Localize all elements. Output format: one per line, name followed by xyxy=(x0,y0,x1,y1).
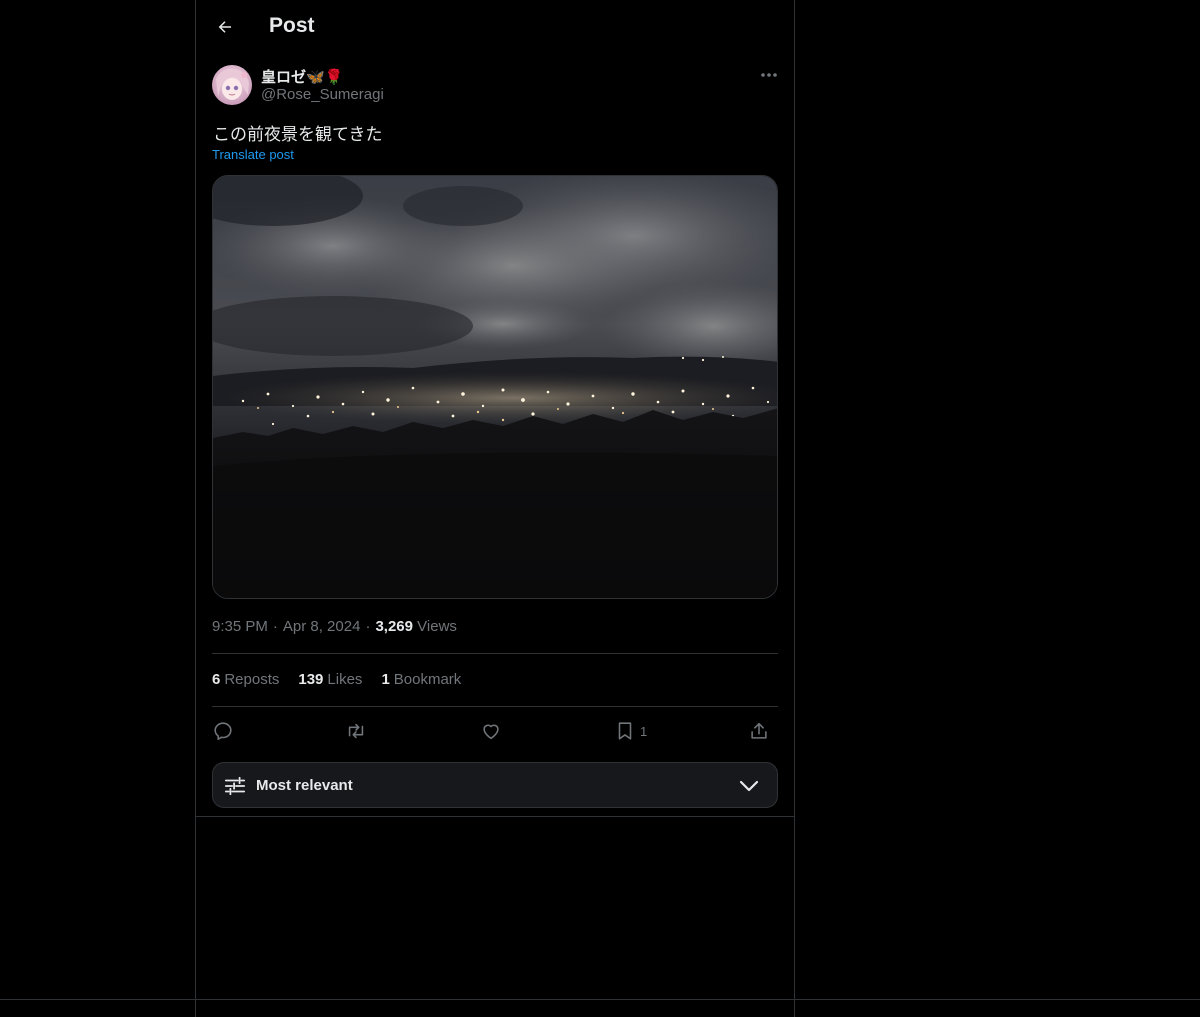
post-text: この前夜景を観てきた xyxy=(213,125,383,144)
divider xyxy=(196,816,794,817)
post-time[interactable]: 9:35 PM xyxy=(212,618,268,635)
post-media-image[interactable] xyxy=(212,175,778,599)
bookmarks-label: Bookmark xyxy=(393,671,462,688)
bookmark-icon xyxy=(618,722,632,740)
divider xyxy=(212,653,778,654)
main-column: Post 皇ロゼ🦋🌹 @Rose_Sumeragi この前夜景を観てきた Tra… xyxy=(195,0,795,1017)
separator-dot: · xyxy=(272,618,278,635)
likes-label: Likes xyxy=(327,671,363,688)
chevron-down-icon xyxy=(739,780,759,792)
night-cityscape-photo xyxy=(213,176,777,598)
share-icon xyxy=(751,722,767,739)
reposts-label: Reposts xyxy=(224,671,280,688)
repost-icon xyxy=(348,723,364,739)
post-header: Post xyxy=(196,0,794,53)
more-horizontal-icon xyxy=(761,73,777,77)
separator-dot: · xyxy=(365,618,371,635)
arrow-left-icon xyxy=(218,21,231,33)
post-date[interactable]: Apr 8, 2024 xyxy=(283,618,361,635)
likes-stat[interactable]: 139 Likes xyxy=(298,671,362,688)
translate-post-link[interactable]: Translate post xyxy=(212,147,294,162)
action-bar: 1 xyxy=(212,717,778,745)
share-button[interactable] xyxy=(748,717,770,745)
more-options-button[interactable] xyxy=(756,64,782,86)
likes-count: 139 xyxy=(298,671,324,688)
bookmark-button[interactable]: 1 xyxy=(614,717,647,745)
reposts-count: 6 xyxy=(212,671,221,688)
views-label: Views xyxy=(417,618,457,635)
back-button[interactable] xyxy=(208,10,242,44)
avatar[interactable] xyxy=(212,65,252,105)
repost-button[interactable] xyxy=(345,717,367,745)
author-display-name[interactable]: 皇ロゼ🦋🌹 xyxy=(261,66,343,87)
avatar-image xyxy=(212,65,252,105)
bookmark-count: 1 xyxy=(640,723,648,739)
sort-label: Most relevant xyxy=(256,777,353,794)
post-meta: 9:35 PM · Apr 8, 2024 · 3,269 Views xyxy=(212,618,457,635)
divider xyxy=(212,706,778,707)
bottom-divider xyxy=(0,999,1200,1000)
reposts-stat[interactable]: 6 Reposts xyxy=(212,671,279,688)
author-handle[interactable]: @Rose_Sumeragi xyxy=(261,86,384,103)
page: Post 皇ロゼ🦋🌹 @Rose_Sumeragi この前夜景を観てきた Tra… xyxy=(0,0,1200,1017)
reply-button[interactable] xyxy=(212,717,234,745)
reply-icon xyxy=(214,722,232,741)
page-title: Post xyxy=(269,14,315,37)
views-count: 3,269 xyxy=(375,618,413,635)
bookmarks-count: 1 xyxy=(381,671,390,688)
like-button[interactable] xyxy=(480,717,502,745)
bookmarks-stat[interactable]: 1 Bookmark xyxy=(381,671,461,688)
sliders-icon xyxy=(224,776,246,796)
engagement-stats: 6 Reposts 139 Likes 1 Bookmark xyxy=(212,671,461,688)
like-icon xyxy=(483,724,499,740)
reply-sort-dropdown[interactable]: Most relevant xyxy=(212,762,778,808)
